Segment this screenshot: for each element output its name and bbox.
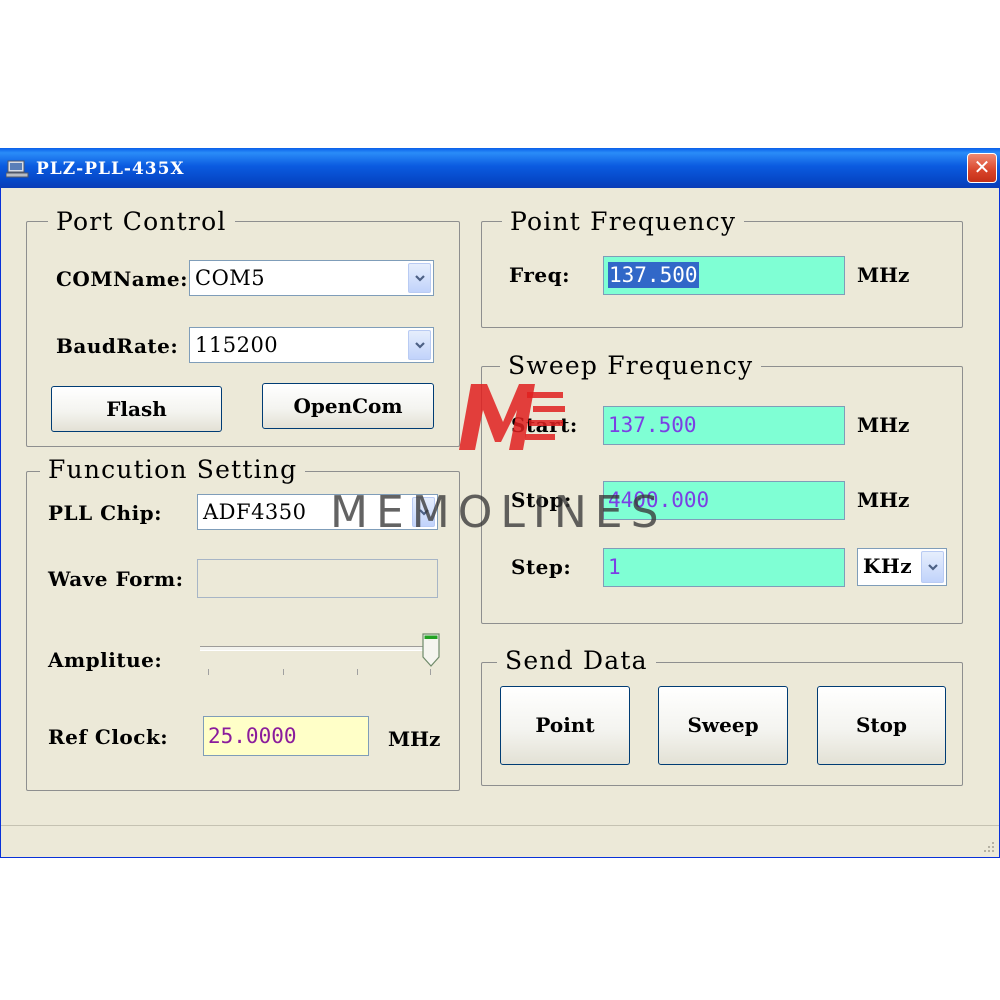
amplitude-slider[interactable] — [200, 630, 445, 680]
port-control-legend: Port Control — [48, 207, 235, 237]
ref-clock-unit: MHz — [388, 727, 441, 751]
slider-thumb-icon[interactable] — [422, 633, 440, 667]
slider-tick — [357, 669, 358, 675]
freq-label: Freq: — [509, 263, 570, 287]
window-title: PLZ-PLL-435X — [36, 159, 185, 179]
slider-tick — [430, 669, 431, 675]
start-value: 137.500 — [608, 413, 697, 437]
ref-clock-value: 25.0000 — [208, 724, 297, 748]
chevron-down-icon[interactable] — [408, 330, 431, 360]
amplitude-label: Amplitue: — [48, 648, 163, 672]
sweep-button[interactable]: Sweep — [658, 686, 788, 765]
resize-grip-icon[interactable] — [980, 838, 996, 854]
chevron-down-icon[interactable] — [921, 551, 944, 583]
step-input[interactable]: 1 — [603, 548, 845, 587]
comname-label: COMName: — [56, 267, 188, 291]
pll-chip-value: ADF4350 — [203, 500, 307, 524]
freq-input[interactable]: 137.500 — [603, 256, 845, 295]
stop-unit: MHz — [857, 488, 910, 512]
wave-form-label: Wave Form: — [48, 567, 184, 591]
baudrate-select[interactable]: 115200 — [189, 327, 434, 363]
step-unit-value: KHz — [863, 554, 913, 578]
status-bar — [1, 825, 999, 857]
comname-select[interactable]: COM5 — [189, 260, 434, 296]
ref-clock-label: Ref Clock: — [48, 725, 169, 749]
opencom-button[interactable]: OpenCom — [262, 383, 434, 429]
step-label: Step: — [511, 555, 572, 579]
point-frequency-legend: Point Frequency — [502, 207, 745, 237]
pll-chip-label: PLL Chip: — [48, 501, 163, 525]
slider-tick — [208, 669, 209, 675]
start-input[interactable]: 137.500 — [603, 406, 845, 445]
freq-unit: MHz — [857, 263, 910, 287]
freq-value: 137.500 — [608, 262, 699, 288]
chevron-down-icon[interactable] — [408, 263, 431, 293]
watermark-text: MEMOLINES — [330, 487, 667, 538]
point-button[interactable]: Point — [500, 686, 630, 765]
flash-button[interactable]: Flash — [51, 386, 222, 432]
baudrate-label: BaudRate: — [56, 334, 179, 358]
close-icon[interactable]: ✕ — [967, 153, 997, 183]
baudrate-value: 115200 — [195, 333, 279, 357]
comname-value: COM5 — [195, 266, 266, 290]
slider-tick — [283, 669, 284, 675]
ref-clock-input[interactable]: 25.0000 — [203, 716, 369, 756]
send-data-legend: Send Data — [497, 646, 656, 676]
sweep-frequency-legend: Sweep Frequency — [500, 351, 762, 381]
computer-icon — [6, 160, 29, 178]
step-unit-select[interactable]: KHz — [857, 548, 947, 586]
function-setting-legend: Funcution Setting — [40, 455, 306, 485]
stop-button[interactable]: Stop — [817, 686, 946, 765]
wave-form-select[interactable] — [197, 559, 438, 598]
slider-track — [200, 646, 438, 651]
start-unit: MHz — [857, 413, 910, 437]
step-value: 1 — [608, 555, 621, 579]
watermark-logo-icon — [459, 384, 565, 450]
